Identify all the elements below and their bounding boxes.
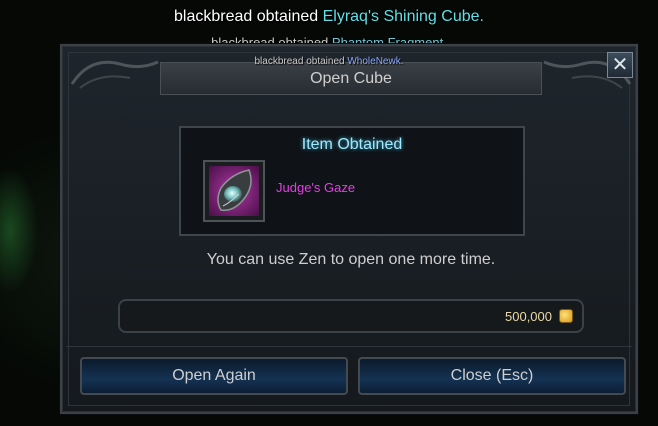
zen-coin-icon — [559, 309, 573, 323]
button-row: Open Again Close (Esc) — [66, 346, 632, 405]
item-slot[interactable] — [203, 160, 265, 222]
notification-suffix: . — [400, 56, 404, 67]
notification-item: WholeNewk — [347, 56, 401, 67]
open-cube-window: Open Cube ✕ Item Obtained Judge's Gaze Y… — [60, 44, 638, 414]
open-again-button[interactable]: Open Again — [80, 357, 348, 395]
game-scene: blackbread obtained Elyraq's Shining Cub… — [0, 0, 658, 426]
notification-suffix: . — [479, 8, 484, 25]
notification-verb: obtained — [306, 56, 345, 67]
close-esc-button[interactable]: Close (Esc) — [358, 357, 626, 395]
notification-item: Elyraq's Shining Cube — [322, 8, 480, 25]
zen-info-text: You can use Zen to open one more time. — [206, 251, 496, 268]
item-name: Judge's Gaze — [276, 180, 356, 195]
item-result-panel: Item Obtained Judge's Gaze — [179, 126, 525, 236]
zen-cost-bar: 500,000 — [118, 299, 584, 333]
obtain-notification-1: blackbread obtained Elyraq's Shining Cub… — [0, 8, 658, 26]
zen-cost-value: 500,000 — [505, 309, 552, 324]
notification-player: blackbread — [174, 8, 253, 25]
notification-player: blackbread — [254, 56, 304, 67]
notification-verb: obtained — [256, 8, 319, 25]
judges-gaze-icon — [209, 166, 259, 216]
result-title: Item Obtained — [301, 136, 403, 153]
obtain-notification-3: blackbread obtained WholeNewk. — [0, 56, 658, 67]
